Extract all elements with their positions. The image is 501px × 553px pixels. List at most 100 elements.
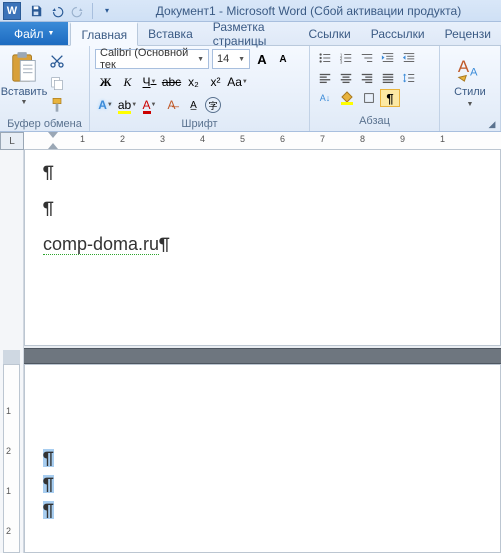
save-icon[interactable] [27, 2, 45, 20]
chevron-down-icon: ▼ [197, 56, 204, 63]
styles-label: Стили [454, 86, 486, 98]
text-line[interactable]: comp-doma.ru¶ [43, 233, 482, 255]
page-break-gap [24, 348, 501, 364]
clear-formatting-button[interactable]: A̶ [161, 95, 182, 115]
clipboard-group-label: Буфер обмена [0, 118, 89, 131]
horizontal-ruler-row: L 1 2 3 4 5 6 7 8 9 1 [0, 132, 501, 150]
references-tab[interactable]: Ссылки [298, 22, 360, 45]
vruler-tick: 2 [6, 446, 11, 456]
redo-icon[interactable] [69, 2, 87, 20]
vruler-tick: 1 [6, 486, 11, 496]
copy-button[interactable] [47, 73, 67, 93]
insert-tab[interactable]: Вставка [138, 22, 203, 45]
paragraph-group: 123 A↓ ¶ Абзац [310, 46, 440, 131]
ruler-tick: 6 [280, 134, 285, 144]
subscript-button[interactable]: x₂ [183, 72, 204, 92]
align-center-button[interactable] [336, 69, 356, 87]
show-hide-paragraph-button[interactable]: ¶ [380, 89, 400, 107]
numbering-button[interactable]: 123 [336, 49, 356, 67]
borders-button[interactable] [359, 89, 379, 107]
mailings-tab[interactable]: Рассылки [361, 22, 435, 45]
page-2[interactable]: ¶ ¶ ¶ [24, 364, 501, 553]
chevron-down-icon: ▼ [21, 99, 28, 106]
enclose-characters-button[interactable]: 字 [205, 97, 221, 113]
svg-text:3: 3 [340, 59, 343, 64]
vertical-ruler[interactable]: 1 2 1 2 [0, 150, 24, 553]
file-tab-label: Файл [14, 27, 44, 41]
ribbon: Вставить ▼ Буфер обмена Calibri (Основно… [0, 46, 501, 132]
justify-button[interactable] [378, 69, 398, 87]
styles-icon[interactable]: AA [455, 53, 485, 83]
styles-dialog-launcher[interactable]: ◢ [486, 118, 498, 130]
underline-button[interactable]: Ч▼ [139, 72, 160, 92]
shading-button[interactable] [336, 89, 358, 107]
paint-bucket-icon [339, 91, 355, 105]
page-1[interactable]: ¶ ¶ comp-doma.ru¶ [24, 150, 501, 346]
format-painter-button[interactable] [47, 95, 67, 115]
undo-icon[interactable] [48, 2, 66, 20]
ruler-tick: 2 [120, 134, 125, 144]
ruler-tick: 3 [160, 134, 165, 144]
shrink-font-button[interactable]: A [274, 49, 292, 69]
highlight-button[interactable]: ab▼ [117, 95, 138, 115]
font-group-label: Шрифт [90, 118, 309, 131]
paragraph-mark: ¶ [159, 233, 170, 255]
character-shading-button[interactable]: A̲ [183, 95, 204, 115]
ruler-tick: 5 [240, 134, 245, 144]
line-spacing-button[interactable] [399, 69, 419, 87]
tab-selector[interactable]: L [0, 132, 24, 150]
page-layout-tab[interactable]: Разметка страницы [203, 22, 299, 45]
italic-button[interactable]: К [117, 72, 138, 92]
ruler-tick: 9 [400, 134, 405, 144]
home-tab[interactable]: Главная [70, 22, 138, 46]
grow-font-button[interactable]: A [253, 49, 271, 69]
chevron-down-icon: ▼ [48, 30, 55, 37]
hanging-indent-marker[interactable] [48, 143, 58, 149]
copy-icon [49, 75, 65, 91]
ribbon-tabs: Файл▼ Главная Вставка Разметка страницы … [0, 22, 501, 46]
first-line-indent-marker[interactable] [48, 132, 58, 138]
ruler-tick: 7 [320, 134, 325, 144]
vruler-tick: 2 [6, 526, 11, 536]
multilevel-list-button[interactable] [357, 49, 377, 67]
superscript-button[interactable]: x² [205, 72, 226, 92]
bold-button[interactable]: Ж [95, 72, 116, 92]
document-area[interactable]: ¶ ¶ comp-doma.ru¶ ¶ ¶ ¶ [24, 150, 501, 553]
ruler-tick: 1 [80, 134, 85, 144]
file-tab[interactable]: Файл ▼ [0, 22, 68, 45]
paste-button[interactable]: Вставить ▼ [4, 49, 44, 106]
chevron-down-icon: ▼ [238, 56, 245, 63]
quick-access-toolbar: ▾ [27, 2, 116, 20]
vruler-tick: 1 [6, 406, 11, 416]
qat-customize-icon[interactable]: ▾ [98, 2, 116, 20]
horizontal-ruler[interactable]: 1 2 3 4 5 6 7 8 9 1 [24, 132, 501, 150]
font-color-button[interactable]: A▼ [139, 95, 160, 115]
scissors-icon [49, 53, 65, 69]
bullets-button[interactable] [315, 49, 335, 67]
paste-icon [9, 51, 39, 85]
paragraph-group-label: Абзац [310, 115, 439, 131]
decrease-indent-button[interactable] [378, 49, 398, 67]
sort-button[interactable]: A↓ [315, 89, 335, 107]
font-size-combo[interactable]: 14▼ [212, 49, 250, 69]
paste-label: Вставить [1, 86, 48, 98]
window-title: Документ1 - Microsoft Word (Сбой активац… [116, 4, 501, 18]
align-right-button[interactable] [357, 69, 377, 87]
ruler-tick: 8 [360, 134, 365, 144]
change-case-button[interactable]: Aa▼ [227, 72, 248, 92]
increase-indent-button[interactable] [399, 49, 419, 67]
text-content: comp-doma.ru [43, 234, 159, 255]
brush-icon [49, 97, 65, 113]
selected-paragraph-mark: ¶ [43, 449, 54, 467]
review-tab[interactable]: Рецензи [435, 22, 501, 45]
ruler-tick: 1 [440, 134, 445, 144]
font-name-combo[interactable]: Calibri (Основной тек▼ [95, 49, 209, 69]
text-effects-button[interactable]: A▼ [95, 95, 116, 115]
strikethrough-button[interactable]: abc [161, 72, 182, 92]
qat-separator [92, 3, 93, 19]
clipboard-group: Вставить ▼ Буфер обмена [0, 46, 90, 131]
align-left-button[interactable] [315, 69, 335, 87]
ruler-tick: 4 [200, 134, 205, 144]
paragraph-mark: ¶ [43, 161, 482, 183]
cut-button[interactable] [47, 51, 67, 71]
